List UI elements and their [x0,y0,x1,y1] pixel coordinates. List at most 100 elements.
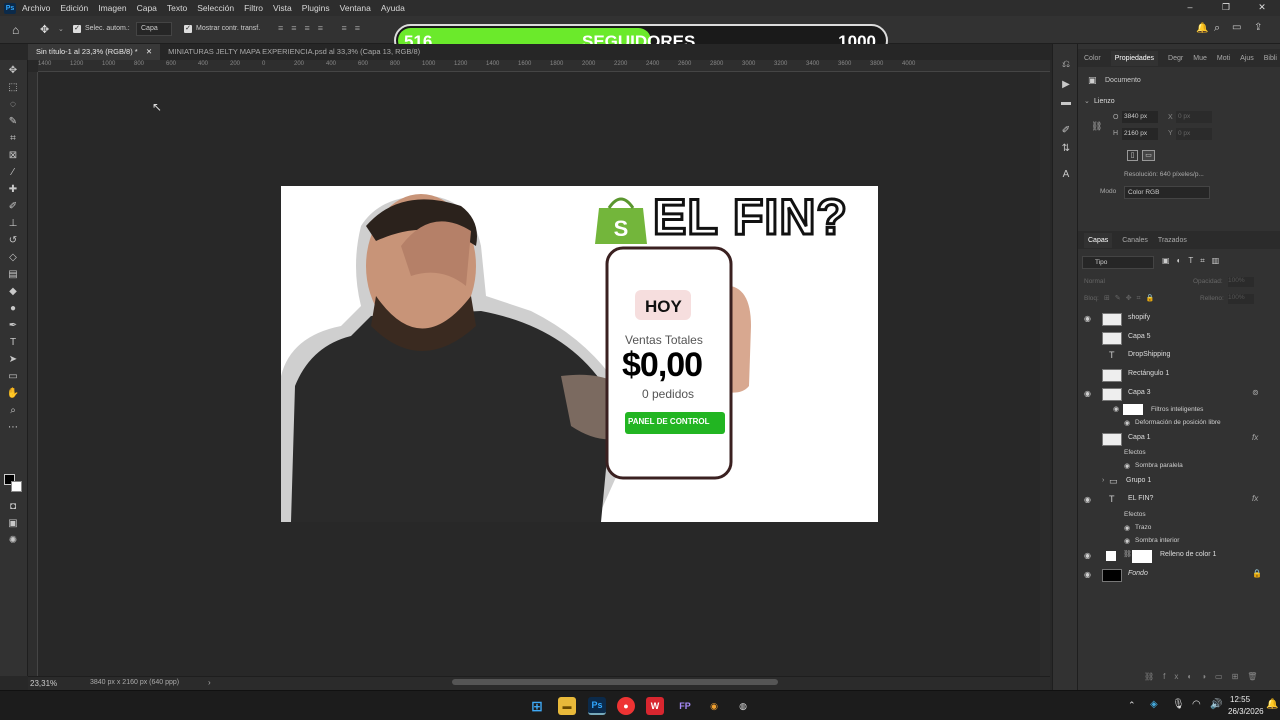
mode-dropdown[interactable]: Color RGB [1124,186,1210,199]
chevron-right-icon[interactable]: › [208,678,211,687]
zoom-level[interactable]: 23,31% [30,679,57,688]
eye-icon[interactable]: ◉ [1084,389,1093,398]
layer-row[interactable]: Rectángulo 1 [1078,366,1268,384]
blur-icon[interactable]: ◆ [6,285,20,297]
menu-vista[interactable]: Vista [273,3,292,13]
layer-name[interactable]: Capa 5 [1128,333,1151,340]
comment-icon[interactable]: ▬ [1059,96,1073,108]
chevron-right-icon[interactable]: › [1102,477,1104,484]
blend-mode-dropdown[interactable]: Normal [1084,278,1105,285]
zoom-tool-icon[interactable]: ⌕ [6,404,20,416]
layer-name[interactable]: Capa 3 [1128,389,1151,396]
brush-settings-icon[interactable]: ✐ [1059,124,1073,136]
history-icon[interactable]: ⎌ [1059,58,1073,70]
gradient-icon[interactable]: ▤ [6,268,20,280]
screen-mode-icon[interactable]: ▣ [6,517,20,529]
microphone-icon[interactable]: 🎙 [1172,699,1185,710]
adjust-icon[interactable]: ⇅ [1059,142,1073,154]
search-icon[interactable]: ⌕ [1214,22,1220,35]
restore-icon[interactable]: ❐ [1208,0,1244,16]
menu-filtro[interactable]: Filtro [244,3,263,13]
eyedropper-icon[interactable]: ⁄ [6,166,20,178]
tab-patterns[interactable]: Moti [1217,55,1230,62]
marquee-tool-icon[interactable]: ⬚ [6,81,20,93]
frame-tool-icon[interactable]: ⊠ [6,149,20,161]
eye-icon[interactable]: ◉ [1124,537,1130,545]
layer-row[interactable]: ◉ Fondo 🔒 [1078,566,1280,584]
chevron-down-icon[interactable]: ⌄ [1084,97,1090,105]
document-canvas[interactable]: S EL FIN? HOY Ventas Totales $0,00 0 ped… [281,186,878,522]
fx-icon[interactable]: fx [1252,494,1258,503]
tab-paths[interactable]: Trazados [1158,237,1187,244]
horizontal-scrollbar[interactable] [452,679,778,685]
menu-capa[interactable]: Capa [137,3,157,13]
layer-filter-dropdown[interactable]: Tipo [1082,256,1154,269]
move-tool-icon[interactable]: ✥ [6,64,20,76]
quick-mask-icon[interactable]: ◘ [6,500,20,512]
lasso-tool-icon[interactable]: ◌ [6,98,20,110]
blender-icon[interactable]: ◉ [705,697,723,715]
crop-tool-icon[interactable]: ⌗ [6,132,20,144]
hand-tool-icon[interactable]: ✋ [6,387,20,399]
tab-adjustments[interactable]: Ajus [1240,55,1254,62]
eye-icon[interactable]: ◉ [1124,462,1130,470]
tab-libraries[interactable]: Bibli [1264,55,1277,62]
tray-app-icon[interactable]: ◈ [1150,699,1158,710]
menu-ventana[interactable]: Ventana [340,3,371,13]
app-icon[interactable]: FP [676,697,694,715]
dodge-icon[interactable]: ● [6,302,20,314]
layer-row[interactable]: ◉ shopify [1078,310,1268,328]
tab-layers[interactable]: Capas [1084,232,1113,248]
notification-icon[interactable]: 🔔 [1196,23,1208,34]
opacity-input[interactable]: 100% [1228,277,1254,287]
tab-sin-titulo[interactable]: Sin título-1 al 23,3% (RGB/8) * ✕ [28,44,161,60]
share-icon[interactable]: ⇪ [1254,22,1262,33]
align-icons[interactable]: ≡≡≡≡ ≡≡ [278,23,368,33]
home-icon[interactable]: ⌂ [12,23,19,37]
tray-chevron-icon[interactable]: ⌃ [1128,700,1136,711]
layer-name[interactable]: shopify [1128,314,1150,321]
brush-tool-icon[interactable]: ✐ [6,200,20,212]
portrait-icon[interactable]: ▯ [1127,150,1138,161]
play-icon[interactable]: ▶ [1059,78,1073,90]
eye-icon[interactable]: ◉ [1084,551,1093,560]
height-input[interactable]: 2160 px [1122,128,1158,140]
file-explorer-icon[interactable]: ▬ [558,697,576,715]
generative-icon[interactable]: ✺ [6,534,20,546]
menu-texto[interactable]: Texto [167,3,187,13]
width-input[interactable]: 3840 px [1122,111,1158,123]
eye-icon[interactable]: ◉ [1084,495,1093,504]
path-select-icon[interactable]: ➤ [6,353,20,365]
layer-name[interactable]: Relleno de color 1 [1160,551,1216,558]
character-icon[interactable]: A [1059,168,1073,180]
workspace-icon[interactable]: ▭ [1232,22,1241,33]
chevron-down-icon[interactable]: ⌄ [58,25,64,33]
layer-name[interactable]: Rectángulo 1 [1128,370,1169,377]
fill-input[interactable]: 100% [1228,294,1254,304]
text-tool-icon[interactable]: T [6,336,20,348]
link-icon[interactable]: ⛓ [1091,121,1102,132]
transform-controls-checkbox[interactable]: ✓ [184,25,192,33]
tab-channels[interactable]: Canales [1122,237,1148,244]
eye-icon[interactable]: ◉ [1113,405,1119,413]
layer-name[interactable]: EL FIN? [1128,495,1153,502]
menu-edicion[interactable]: Edición [60,3,88,13]
close-icon[interactable]: ✕ [1244,0,1280,16]
tab-gradients[interactable]: Degr [1168,55,1183,62]
tab-swatches[interactable]: Mue [1193,55,1207,62]
notification-bell-icon[interactable]: 🔔 [1266,699,1278,710]
healing-brush-icon[interactable]: ✚ [6,183,20,195]
layer-row[interactable]: ◉ Capa 3 ⊚ [1078,385,1280,403]
clone-stamp-icon[interactable]: ⊥ [6,217,20,229]
volume-icon[interactable]: 🔊 [1210,699,1222,710]
clock-time[interactable]: 12:55 [1230,695,1250,704]
layer-name[interactable]: DropShipping [1128,351,1170,358]
fx-icon[interactable]: fx [1252,433,1258,442]
menu-ayuda[interactable]: Ayuda [381,3,405,13]
eye-icon[interactable]: ◉ [1124,419,1130,427]
auto-select-dropdown[interactable]: Capa [136,22,172,36]
menu-plugins[interactable]: Plugins [302,3,330,13]
x-input[interactable]: 0 px [1176,111,1212,123]
eraser-icon[interactable]: ◇ [6,251,20,263]
menu-archivo[interactable]: Archivo [22,3,50,13]
